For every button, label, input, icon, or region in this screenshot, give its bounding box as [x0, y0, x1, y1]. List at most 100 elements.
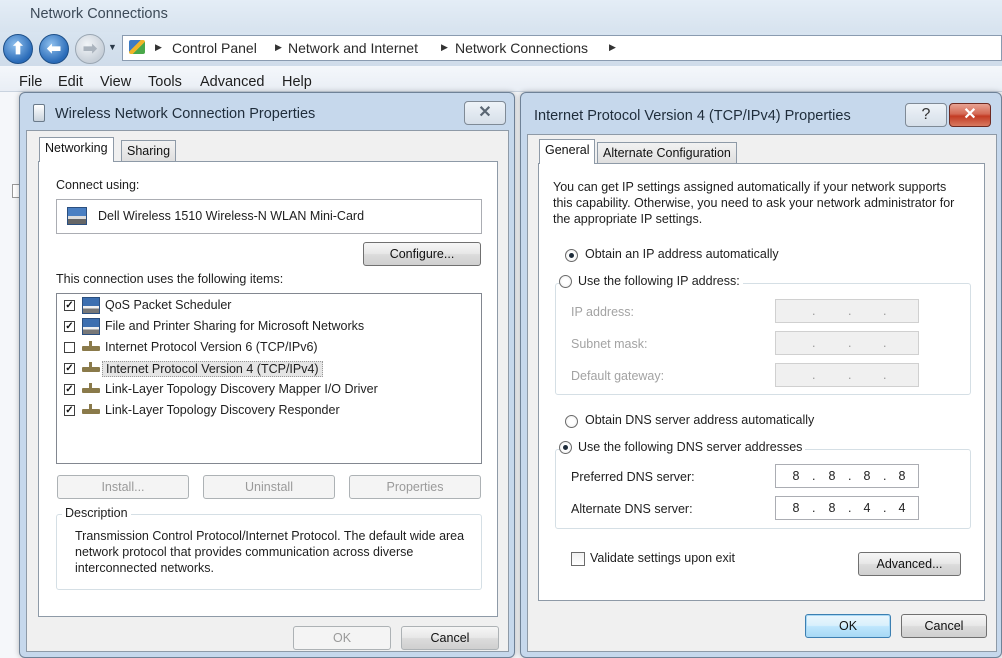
menu-file[interactable]: File [19, 74, 42, 90]
item-label: Link-Layer Topology Discovery Mapper I/O… [105, 382, 378, 396]
ipv4-dialog-body: General Alternate Configuration You can … [527, 134, 997, 652]
octet-4: 8 [898, 469, 906, 483]
items-label: This connection uses the following items… [56, 272, 284, 286]
octet-4: 4 [898, 501, 906, 515]
octet-1: 8 [792, 469, 800, 483]
cancel-button[interactable]: Cancel [901, 614, 987, 638]
ok-button[interactable]: OK [805, 614, 891, 638]
menu-view[interactable]: View [100, 74, 131, 90]
protocol-icon [82, 341, 100, 351]
obtain-dns-auto-label[interactable]: Obtain DNS server address automatically [585, 413, 814, 427]
ok-button[interactable]: OK [293, 626, 391, 650]
item-label: Link-Layer Topology Discovery Responder [105, 403, 340, 417]
wireless-dialog-body: Networking Sharing Connect using: Dell W… [26, 130, 509, 652]
explorer-menubar: File Edit View Tools Advanced Help [0, 66, 1002, 92]
ip-address-label: IP address: [571, 305, 635, 319]
networking-tab-page: Connect using: Dell Wireless 1510 Wirele… [38, 161, 498, 617]
network-client-icon [82, 318, 100, 335]
item-checkbox[interactable]: ✓ [64, 405, 75, 416]
breadcrumb-network-and-internet[interactable]: Network and Internet [288, 40, 418, 56]
menu-advanced[interactable]: Advanced [200, 74, 265, 90]
wireless-dialog-title: Wireless Network Connection Properties [55, 106, 316, 122]
uninstall-button[interactable]: Uninstall [203, 475, 335, 499]
tab-general[interactable]: General [539, 139, 596, 164]
adapter-box: Dell Wireless 1510 Wireless-N WLAN Mini-… [56, 199, 482, 234]
tab-alternate-configuration[interactable]: Alternate Configuration [597, 142, 737, 164]
menu-tools[interactable]: Tools [148, 74, 182, 90]
alternate-dns-field[interactable]: 8 . 8 . 4 . 4 [775, 496, 919, 520]
description-group: Description Transmission Control Protoco… [56, 506, 482, 590]
default-gateway-label: Default gateway: [571, 369, 665, 383]
item-checkbox[interactable]: ✓ [64, 321, 75, 332]
item-checkbox[interactable]: ✓ [64, 384, 75, 395]
list-item-selected[interactable]: ✓ Internet Protocol Version 4 (TCP/IPv4) [61, 359, 471, 379]
octet-1: 8 [792, 501, 800, 515]
help-icon[interactable]: ? [905, 103, 947, 127]
tab-sharing[interactable]: Sharing [121, 140, 177, 162]
list-item[interactable]: ✓ Link-Layer Topology Discovery Mapper I… [61, 380, 471, 400]
preferred-dns-field[interactable]: 8 . 8 . 8 . 8 [775, 464, 919, 488]
menu-edit[interactable]: Edit [58, 74, 83, 90]
item-checkbox[interactable]: ✓ [64, 300, 75, 311]
recent-pages-dropdown-icon[interactable]: ▼ [108, 42, 117, 52]
description-text: Transmission Control Protocol/Internet P… [75, 529, 465, 575]
item-checkbox[interactable] [64, 342, 75, 353]
up-arrow-icon[interactable]: ⬆ [3, 34, 33, 64]
forward-arrow-icon[interactable]: ➡ [75, 34, 105, 64]
list-item[interactable]: ✓ QoS Packet Scheduler [61, 296, 471, 316]
use-following-dns-radio[interactable] [559, 441, 572, 454]
breadcrumb-separator-icon[interactable]: ▶ [275, 42, 282, 53]
back-arrow-icon[interactable]: ⬅ [39, 34, 69, 64]
explorer-title: Network Connections [30, 6, 168, 22]
adapter-name: Dell Wireless 1510 Wireless-N WLAN Mini-… [98, 209, 365, 223]
advanced-button[interactable]: Advanced... [858, 552, 961, 576]
octet-2: 8 [828, 469, 836, 483]
description-title: Description [62, 506, 131, 520]
list-item[interactable]: Internet Protocol Version 6 (TCP/IPv6) [61, 338, 471, 358]
wireless-properties-dialog: Wireless Network Connection Properties ✕… [19, 92, 515, 658]
use-following-ip-title: Use the following IP address: [559, 274, 743, 288]
list-item[interactable]: ✓ File and Printer Sharing for Microsoft… [61, 317, 471, 337]
menu-help[interactable]: Help [282, 74, 312, 90]
close-icon[interactable]: ✕ [464, 101, 506, 125]
cancel-button[interactable]: Cancel [401, 626, 499, 650]
use-following-dns-label[interactable]: Use the following DNS server addresses [578, 440, 802, 454]
breadcrumb-network-connections[interactable]: Network Connections [455, 40, 588, 56]
static-ip-group: Use the following IP address: IP address… [555, 274, 971, 395]
item-label: QoS Packet Scheduler [105, 298, 232, 312]
use-following-ip-label[interactable]: Use the following IP address: [578, 274, 740, 288]
intro-text: You can get IP settings assigned automat… [553, 180, 955, 226]
default-gateway-field[interactable]: ... [775, 363, 919, 387]
subnet-mask-label: Subnet mask: [571, 337, 648, 351]
tab-networking[interactable]: Networking [39, 137, 114, 162]
connection-items-list[interactable]: ✓ QoS Packet Scheduler ✓ File and Printe… [56, 293, 482, 464]
obtain-ip-auto-label[interactable]: Obtain an IP address automatically [585, 247, 779, 261]
properties-button[interactable]: Properties [349, 475, 481, 499]
configure-button[interactable]: Configure... [363, 242, 481, 266]
alternate-dns-label: Alternate DNS server: [571, 502, 693, 516]
protocol-icon [82, 362, 100, 372]
breadcrumb-control-panel[interactable]: Control Panel [172, 40, 257, 56]
breadcrumb-separator-icon[interactable]: ▶ [155, 42, 162, 53]
list-item[interactable]: ✓ Link-Layer Topology Discovery Responde… [61, 401, 471, 421]
explorer-navbar: ⬆ ⬅ ➡ ▼ ▶ Control Panel ▶ Network and In… [0, 32, 1002, 66]
breadcrumb-separator-icon[interactable]: ▶ [609, 42, 616, 53]
obtain-ip-auto-radio[interactable] [565, 249, 578, 262]
breadcrumb-separator-icon[interactable]: ▶ [441, 42, 448, 53]
address-bar[interactable]: ▶ Control Panel ▶ Network and Internet ▶… [122, 35, 1002, 61]
octet-3: 4 [863, 501, 871, 515]
connect-using-label: Connect using: [56, 178, 140, 192]
install-button[interactable]: Install... [57, 475, 189, 499]
use-following-ip-radio[interactable] [559, 275, 572, 288]
obtain-dns-auto-radio[interactable] [565, 415, 578, 428]
validate-checkbox[interactable] [571, 552, 585, 566]
item-label: Internet Protocol Version 4 (TCP/IPv4) [102, 361, 323, 377]
ip-address-field[interactable]: ... [775, 299, 919, 323]
static-dns-group: Use the following DNS server addresses P… [555, 440, 971, 529]
subnet-mask-field[interactable]: ... [775, 331, 919, 355]
validate-label[interactable]: Validate settings upon exit [590, 551, 735, 565]
item-label: File and Printer Sharing for Microsoft N… [105, 319, 365, 333]
ipv4-dialog-title: Internet Protocol Version 4 (TCP/IPv4) P… [534, 108, 851, 124]
item-checkbox[interactable]: ✓ [64, 363, 75, 374]
close-icon[interactable]: ✕ [949, 103, 991, 127]
